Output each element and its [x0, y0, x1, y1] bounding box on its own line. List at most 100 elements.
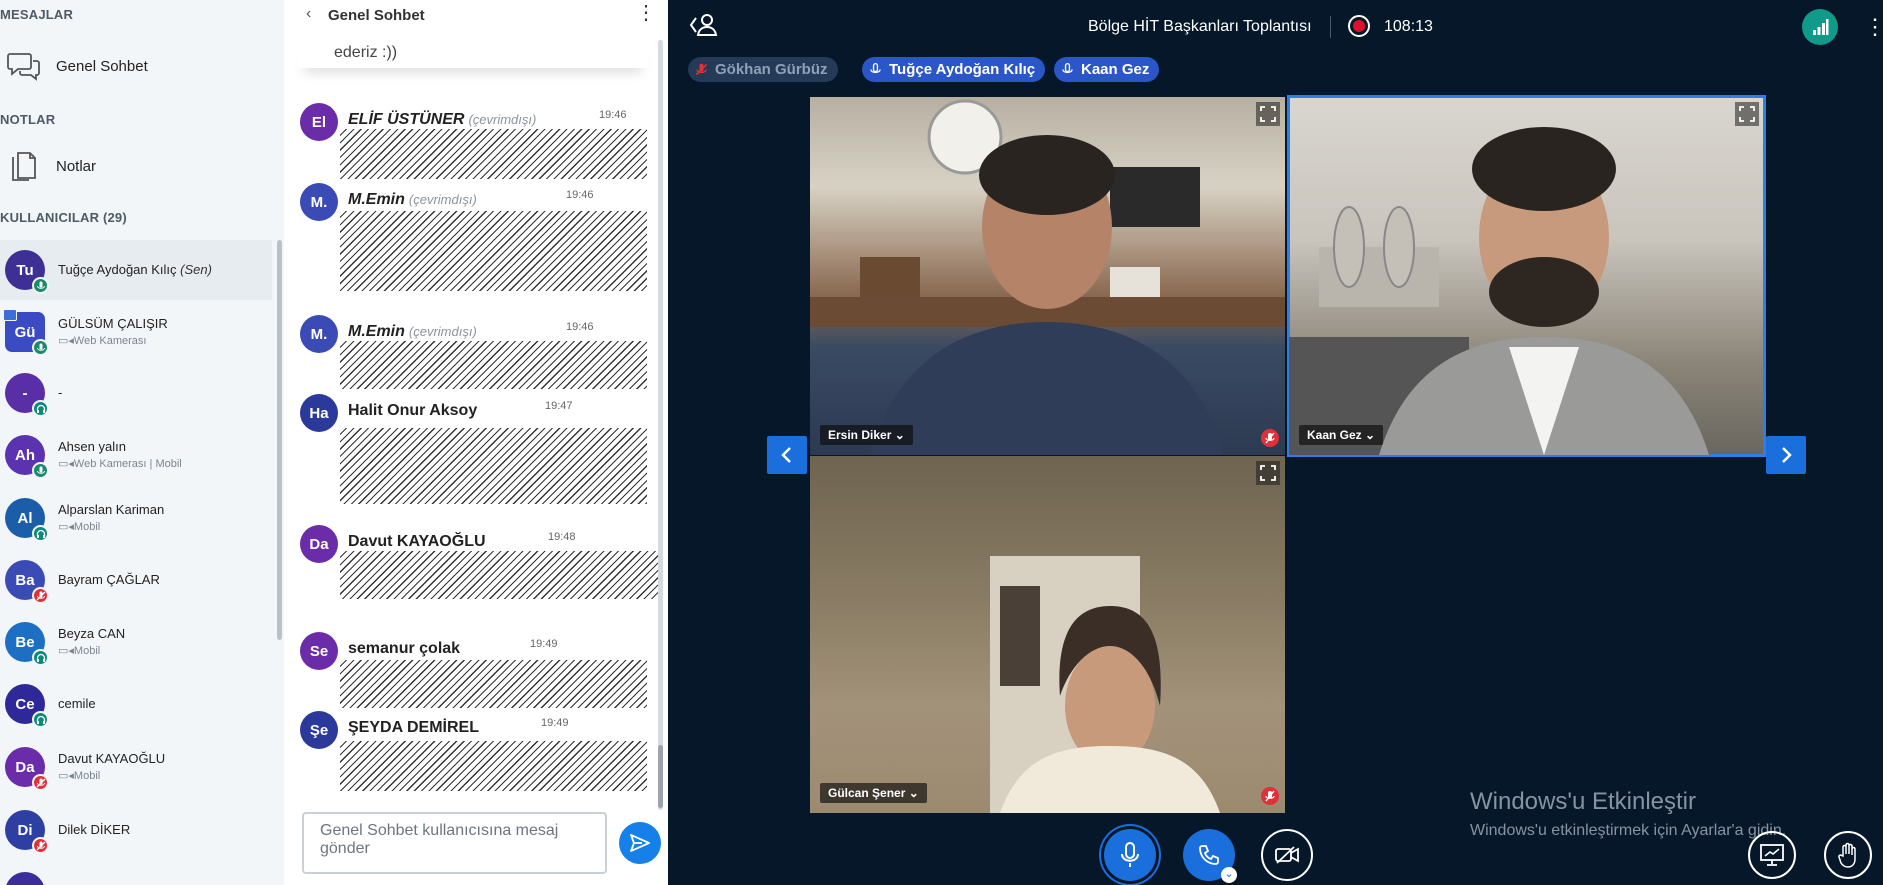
video-tile-active-speaker[interactable]: Kaan Gez ⌄	[1287, 95, 1766, 457]
avatar-initials: El	[311, 113, 327, 131]
message-time: 19:49	[530, 638, 558, 650]
avatar-initials: Tu	[16, 261, 34, 279]
user-name: Davut KAYAOĞLU	[58, 751, 165, 766]
previous-page-button[interactable]	[767, 436, 807, 474]
user-status: ▭◂Web Kamerası	[58, 334, 146, 347]
camera-icon: ▭◂	[58, 770, 74, 782]
sender-name: semanur çolak	[348, 640, 461, 657]
user-list-item[interactable]: Di Dilek DİKER	[0, 800, 272, 860]
notes-item[interactable]: Notlar	[0, 143, 270, 189]
video-name-tag[interactable]: Gülcan Şener ⌄	[820, 783, 927, 803]
windows-activation-subtitle: Windows'u etkinleştirmek için Ayarlar'a …	[1470, 822, 1787, 839]
avatar-initials: Al	[17, 509, 33, 527]
avatar: Al	[5, 498, 49, 542]
user-name: -	[58, 385, 62, 400]
talking-indicator[interactable]: Kaan Gez	[1054, 57, 1160, 82]
mic-muted-icon	[32, 587, 49, 604]
message-time: 19:46	[566, 321, 594, 333]
user-name-text: Bayram ÇAĞLAR	[58, 572, 160, 587]
avatar-initials: Ha	[309, 404, 329, 422]
share-webcam-button[interactable]	[1261, 829, 1313, 881]
connection-status-button[interactable]	[1802, 9, 1838, 45]
video-name-tag[interactable]: Kaan Gez ⌄	[1299, 425, 1384, 445]
user-list-item[interactable]: Ce cemile	[0, 674, 272, 734]
conference-area: Bölge HİT Başkanları Toplantısı 108:13 ⋮…	[668, 0, 1883, 885]
offline-tag: (çevrimdışı)	[468, 112, 537, 127]
message-time: 19:46	[566, 189, 594, 201]
notes-section-title: NOTLAR	[0, 112, 56, 127]
presentation-icon	[1760, 844, 1784, 866]
user-list-item[interactable]: Ah Ahsen yalın ▭◂Web Kamerası | Mobil	[0, 425, 272, 485]
avatar-initials: Se	[309, 642, 329, 660]
message-sender: M.Emin (çevrimdışı)	[348, 191, 477, 209]
recording-indicator-icon[interactable]	[1348, 15, 1370, 37]
users-section-title: KULLANICILAR (29)	[0, 210, 127, 225]
user-name: Ahsen yalın	[58, 439, 126, 454]
send-button[interactable]	[619, 822, 661, 864]
chat-title[interactable]: Genel Sohbet	[328, 7, 425, 24]
redacted-message-body	[340, 660, 647, 708]
user-name-text: Ahsen yalın	[58, 439, 126, 454]
chat-message-input[interactable]: Genel Sohbet kullanıcısına mesaj gönder	[302, 812, 607, 874]
microphone-icon	[1060, 62, 1075, 77]
title-divider	[1330, 16, 1331, 38]
webcam-video-feed	[1289, 127, 1709, 455]
avatar: Ah	[5, 435, 49, 479]
fullscreen-button[interactable]	[1256, 102, 1280, 126]
user-list-item[interactable]: Tu Tuğçe Aydoğan Kılıç (Sen)	[0, 240, 272, 300]
user-list-item[interactable]: Al Alparslan Kariman ▭◂Mobil	[0, 488, 272, 548]
user-name-text: Tuğçe Aydoğan Kılıç	[58, 262, 177, 277]
chat-header: ‹ Genel Sohbet ⋮	[284, 0, 668, 30]
redacted-message-body	[340, 129, 647, 179]
more-options-icon[interactable]: ⋮	[1864, 13, 1883, 41]
message-sender: ŞEYDA DEMİREL	[348, 719, 479, 737]
camera-icon: ▭◂	[58, 521, 74, 533]
fullscreen-button[interactable]	[1735, 102, 1759, 126]
chat-scrollbar-thumb[interactable]	[658, 745, 663, 808]
talker-name: Tuğçe Aydoğan Kılıç	[889, 61, 1036, 78]
avatar: Gü	[3, 309, 49, 356]
user-list-item[interactable]: Da Davut KAYAOĞLU ▭◂Mobil	[0, 737, 272, 797]
avatar-initials: Da	[309, 535, 329, 553]
user-list-scrollbar[interactable]	[277, 240, 282, 640]
avatar: Da	[5, 747, 49, 791]
user-list-item[interactable]: ElElif DALGARA	[0, 862, 272, 885]
message-sender: ELİF ÜSTÜNER (çevrimdışı)	[348, 111, 536, 129]
talking-indicator[interactable]: Tuğçe Aydoğan Kılıç	[862, 57, 1046, 82]
video-tile[interactable]: Ersin Diker ⌄	[810, 97, 1285, 455]
you-tag: (Sen)	[180, 262, 212, 277]
user-list-item[interactable]: Ba Bayram ÇAĞLAR	[0, 550, 272, 610]
user-name: Tuğçe Aydoğan Kılıç (Sen)	[58, 262, 212, 277]
chat-scrollbar-track[interactable]	[658, 40, 663, 810]
fullscreen-button[interactable]	[1256, 461, 1280, 485]
video-tile[interactable]: Gülcan Şener ⌄	[810, 456, 1285, 813]
avatar: Tu	[5, 250, 49, 294]
avatar: Ba	[5, 560, 49, 604]
next-page-button[interactable]	[1766, 436, 1806, 474]
user-name: Alparslan Kariman	[58, 502, 164, 517]
user-list-item[interactable]: Gü GÜLSÜM ÇALIŞIR ▭◂Web Kamerası	[0, 302, 272, 362]
sender-name: M.Emin	[348, 191, 405, 208]
toggle-userlist-button[interactable]	[688, 12, 718, 43]
chevron-down-icon[interactable]: ⌄	[1221, 867, 1237, 883]
avatar-initials: -	[22, 384, 28, 402]
message-sender: Davut KAYAOĞLU	[348, 533, 486, 551]
raise-hand-button[interactable]	[1824, 831, 1872, 879]
presentation-button[interactable]	[1748, 831, 1796, 879]
audio-phone-button[interactable]: ⌄	[1183, 829, 1237, 883]
talking-indicator[interactable]: Gökhan Gürbüz	[688, 57, 838, 82]
user-list-item[interactable]: --	[0, 363, 272, 423]
user-name-text: -	[58, 385, 63, 400]
user-status-text: Mobil	[73, 645, 101, 657]
microphone-button[interactable]	[1104, 829, 1156, 881]
chevron-left-icon[interactable]: ‹	[306, 5, 311, 23]
user-list-item[interactable]: Be Beyza CAN ▭◂Mobil	[0, 612, 272, 672]
redacted-message-body	[340, 428, 647, 504]
redacted-message-body	[340, 551, 658, 599]
avatar: El	[5, 872, 45, 885]
sender-name: ELİF ÜSTÜNER	[348, 111, 465, 128]
video-name-tag[interactable]: Ersin Diker ⌄	[820, 425, 913, 445]
avatar: M.	[300, 315, 338, 353]
public-chat-item[interactable]: Genel Sohbet	[0, 43, 270, 89]
chat-options-icon[interactable]: ⋮	[636, 2, 656, 26]
